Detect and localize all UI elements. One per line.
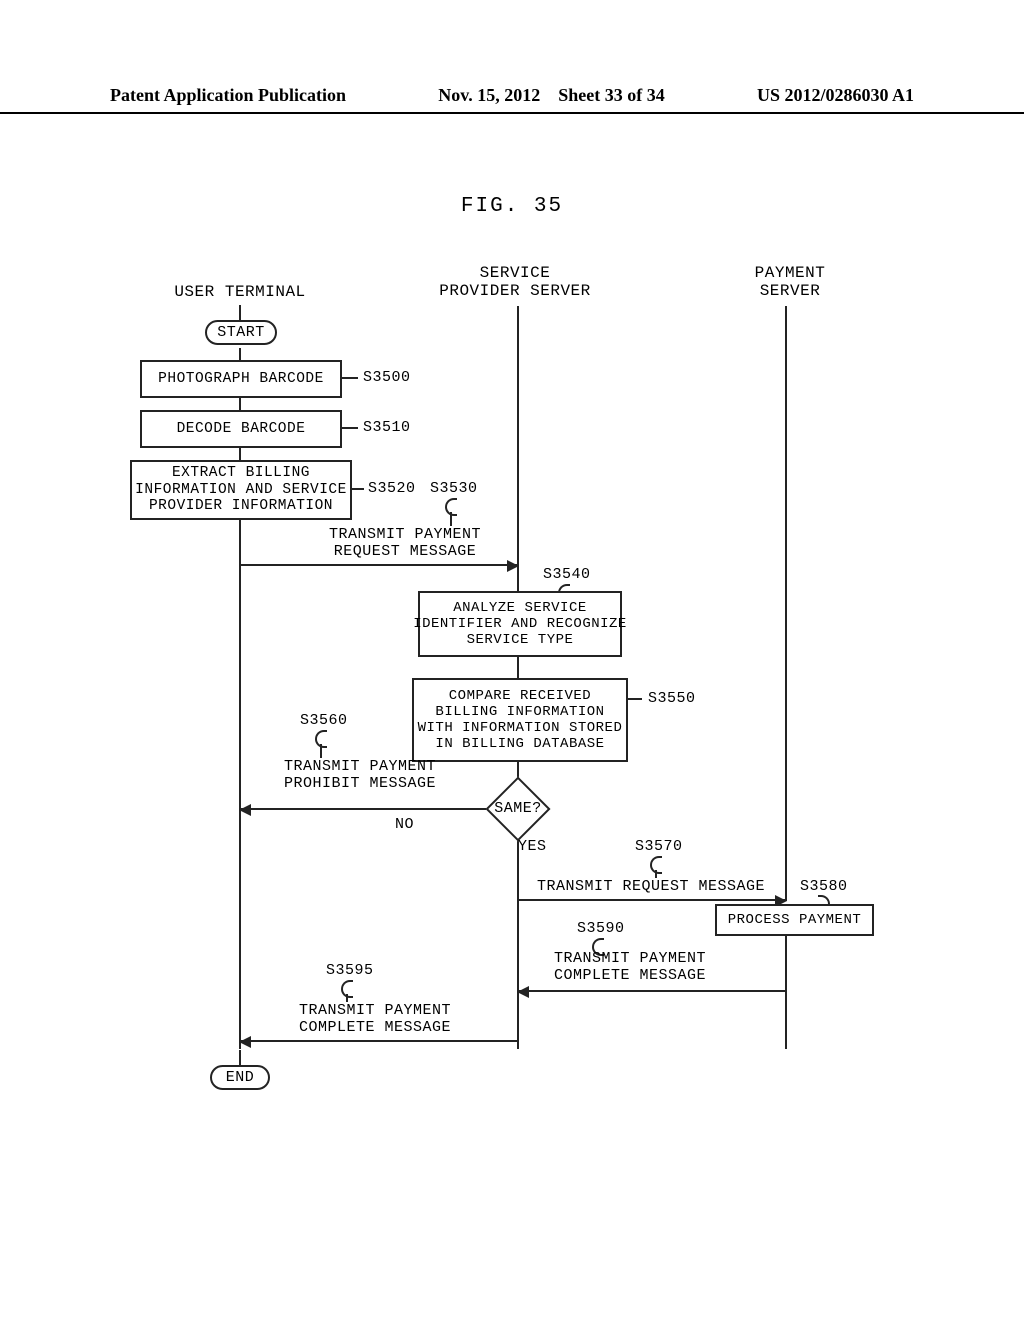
msg-s3530: TRANSMIT PAYMENT REQUEST MESSAGE (305, 526, 505, 560)
lifeline-pay-a (785, 306, 787, 901)
ref-s3540: S3540 (543, 566, 591, 583)
lifeline-user-top (239, 305, 241, 320)
step-compare-billing: COMPARE RECEIVED BILLING INFORMATION WIT… (412, 678, 628, 762)
decision-label: SAME? (483, 780, 553, 836)
ref-s3510: S3510 (363, 419, 411, 436)
lifeline-svc-b (517, 654, 519, 678)
ref-s3570: S3570 (635, 838, 683, 855)
ref-s3520: S3520 (368, 480, 416, 497)
msg-s3560: TRANSMIT PAYMENT PROHIBIT MESSAGE (260, 758, 460, 792)
hookline-s3595 (346, 994, 348, 1002)
lane-user-terminal: USER TERMINAL (150, 283, 330, 301)
hookline-s3560 (320, 744, 322, 758)
arrow-s3570 (519, 899, 785, 901)
connector-s3510 (340, 427, 358, 429)
lifeline-pay-b (785, 933, 787, 1049)
arrow-s3595 (241, 1040, 517, 1042)
ref-s3595: S3595 (326, 962, 374, 979)
step-decode-barcode: DECODE BARCODE (140, 410, 342, 448)
hookline-s3570 (655, 870, 657, 878)
arrow-s3560 (241, 808, 486, 810)
decision-yes: YES (518, 838, 547, 855)
lifeline-user-1 (239, 348, 241, 360)
msg-s3595: TRANSMIT PAYMENT COMPLETE MESSAGE (260, 1002, 490, 1036)
sequence-diagram: USER TERMINAL SERVICE PROVIDER SERVER PA… (0, 0, 1024, 1320)
arrowhead-right-icon (507, 560, 519, 572)
connector-s3520 (350, 488, 364, 490)
msg-s3570: TRANSMIT REQUEST MESSAGE (521, 878, 781, 895)
decision-no: NO (395, 816, 414, 833)
lane-service-provider: SERVICE PROVIDER SERVER (415, 264, 615, 300)
msg-s3590: TRANSMIT PAYMENT COMPLETE MESSAGE (520, 950, 740, 984)
step-analyze-service: ANALYZE SERVICE IDENTIFIER AND RECOGNIZE… (418, 591, 622, 657)
lifeline-svc-a (517, 306, 519, 591)
arrow-s3590 (519, 990, 785, 992)
arrowhead-left-icon (517, 986, 529, 998)
lifeline-user-main (239, 517, 241, 1049)
lifeline-user-end (239, 1050, 241, 1065)
step-photograph-barcode: PHOTOGRAPH BARCODE (140, 360, 342, 398)
arrowhead-left-icon (239, 804, 251, 816)
step-process-payment: PROCESS PAYMENT (715, 904, 874, 936)
connector-s3500 (340, 377, 358, 379)
ref-s3590: S3590 (577, 920, 625, 937)
ref-s3580: S3580 (800, 878, 848, 895)
step-extract-billing: EXTRACT BILLING INFORMATION AND SERVICE … (130, 460, 352, 520)
terminator-start: START (205, 320, 277, 345)
ref-s3530: S3530 (430, 480, 478, 497)
ref-s3500: S3500 (363, 369, 411, 386)
connector-s3550 (626, 698, 642, 700)
ref-s3560: S3560 (300, 712, 348, 729)
hookline-s3530 (450, 512, 452, 526)
arrowhead-left-icon (239, 1036, 251, 1048)
arrow-s3530 (241, 564, 517, 566)
ref-s3550: S3550 (648, 690, 696, 707)
lifeline-svc-d (517, 836, 519, 1049)
terminator-end: END (210, 1065, 270, 1090)
lane-payment-server: PAYMENT SERVER (720, 264, 860, 300)
page: Patent Application Publication Nov. 15, … (0, 0, 1024, 1320)
decision-same: SAME? (483, 780, 553, 836)
